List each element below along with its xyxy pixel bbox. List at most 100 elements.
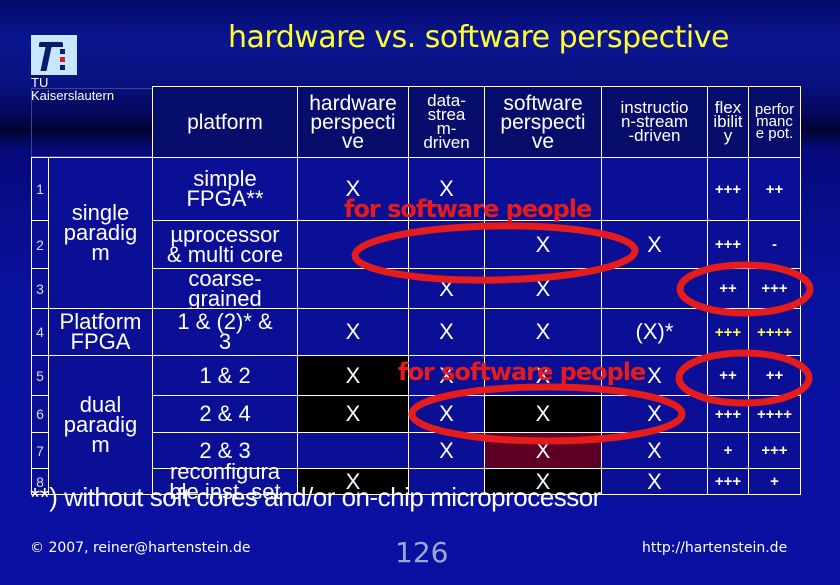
cell-sw: X <box>484 220 602 269</box>
cell-ds-text: X <box>439 319 454 344</box>
group-platform-fpga-text: Platform FPGA <box>59 309 142 354</box>
cell-hw-text: X <box>345 319 361 344</box>
cell-is-text: (X)* <box>635 319 674 344</box>
cell-hw-text: X <box>345 362 361 388</box>
cell-performance-text: - <box>772 236 777 253</box>
cell-is-text: X <box>647 231 662 257</box>
cell-flexibility: ++ <box>707 355 749 396</box>
cell-performance-text: ++ <box>765 367 784 384</box>
row-number: 4 <box>31 308 49 356</box>
cell-flexibility-text: + <box>723 442 733 459</box>
platform-cell: µprocessor & multi core <box>152 220 298 269</box>
cell-is: X <box>601 395 708 433</box>
cell-flexibility: +++ <box>707 468 749 495</box>
row-number: 7 <box>31 432 49 469</box>
header-software-perspective: software perspecti ve <box>484 86 602 158</box>
tu-kl-logo-icon <box>31 35 77 75</box>
header-platform-text: platform <box>187 110 263 134</box>
row-number: 6 <box>31 395 49 433</box>
cell-flexibility-text: +++ <box>714 323 742 341</box>
group-single-paradigm: single paradig m <box>48 157 153 309</box>
group-platform-fpga: Platform FPGA <box>48 308 153 356</box>
cell-flexibility: +++ <box>707 220 749 269</box>
annotation-for-software-people-2: for software people <box>398 358 646 386</box>
cell-is-text: X <box>647 468 662 494</box>
cell-is: X <box>601 220 708 269</box>
cell-flexibility: +++ <box>707 308 749 356</box>
cell-flexibility: +++ <box>707 157 749 221</box>
header-flexibility: flex ibilit y <box>707 86 749 158</box>
annotation-for-software-people: for software people <box>344 195 592 223</box>
page-number: 126 <box>395 536 449 569</box>
row-number-text: 1 <box>36 181 44 197</box>
footer-copyright: © 2007, reiner@hartenstein.de <box>30 540 250 556</box>
cell-hw: X <box>297 395 409 433</box>
cell-is-text: X <box>647 437 662 463</box>
cell-sw-text: X <box>535 437 551 463</box>
group-dual-paradigm: dual paradig m <box>48 355 153 495</box>
cell-sw-text: X <box>535 231 551 257</box>
platform-cell: coarse-grained <box>152 265 298 311</box>
platform-cell-text: coarse-grained <box>188 265 262 311</box>
logo-frame <box>31 88 153 157</box>
cell-hw <box>297 432 409 469</box>
cell-performance: + <box>748 468 801 495</box>
cell-ds: X <box>408 308 485 356</box>
row-number-text: 5 <box>36 367 44 384</box>
cell-ds-text: X <box>439 401 454 426</box>
cell-hw <box>297 268 409 309</box>
platform-cell-text: 2 & 3 <box>199 437 251 463</box>
cell-is-text: X <box>647 401 662 426</box>
cell-sw: X <box>484 268 602 309</box>
cell-performance: ++ <box>748 355 801 396</box>
header-data-stream-driven-text: data-strea m-driven <box>423 91 470 152</box>
row-number: 5 <box>31 355 49 396</box>
group-single-paradigm-text: single paradig m <box>63 200 138 265</box>
cell-sw: X <box>484 308 602 356</box>
header-software-perspective-text: software perspecti ve <box>500 91 586 153</box>
cell-flexibility-text: +++ <box>714 405 742 423</box>
header-flexibility-text: flex ibilit y <box>713 98 743 145</box>
header-data-stream-driven: data-strea m-driven <box>408 86 485 158</box>
copyright-icon: © <box>30 540 44 556</box>
cell-performance-text: + <box>770 473 779 490</box>
platform-cell: 1 & 2 <box>152 355 298 396</box>
cell-performance-text: +++ <box>761 442 788 459</box>
cell-performance-text: ++++ <box>756 323 793 341</box>
row-number-text: 3 <box>36 280 44 297</box>
cell-ds-text: X <box>439 437 454 463</box>
header-performance-potential: perfor manc e pot. <box>748 86 801 158</box>
cell-flexibility-text: +++ <box>714 180 742 198</box>
cell-performance: - <box>748 220 801 269</box>
cell-is: X <box>601 468 708 495</box>
row-number-text: 2 <box>36 236 44 253</box>
footnote: **) without soft cores and/or on-chip mi… <box>30 482 601 512</box>
platform-cell-text: simple FPGA** <box>186 166 264 211</box>
cell-ds: X <box>408 395 485 433</box>
cell-hw: X <box>297 355 409 396</box>
footer-url[interactable]: http://hartenstein.de <box>642 540 787 556</box>
cell-sw-text: X <box>535 319 551 344</box>
platform-cell: simple FPGA** <box>152 157 298 221</box>
row-number-text: 4 <box>36 324 44 340</box>
cell-performance: ++ <box>748 157 801 221</box>
cell-is <box>601 157 708 221</box>
cell-performance: ++++ <box>748 395 801 433</box>
cell-hw-text: X <box>345 401 361 426</box>
header-hardware-perspective: hardware perspecti ve <box>297 86 409 158</box>
header-hardware-perspective-text: hardware perspecti ve <box>309 91 397 153</box>
row-number: 3 <box>31 268 49 309</box>
cell-ds <box>408 220 485 269</box>
cell-flexibility-text: ++ <box>719 367 737 384</box>
cell-performance: +++ <box>748 268 801 309</box>
cell-flexibility-text: +++ <box>714 236 742 253</box>
platform-cell: 1 & (2)* & 3 <box>152 308 298 356</box>
cell-is <box>601 268 708 309</box>
header-instruction-stream-driven: instructio n-stream -driven <box>601 86 708 158</box>
cell-hw: X <box>297 308 409 356</box>
cell-flexibility: + <box>707 432 749 469</box>
cell-sw-text: X <box>535 401 551 426</box>
header-performance-potential-text: perfor manc e pot. <box>754 101 795 142</box>
cell-flexibility: +++ <box>707 395 749 433</box>
platform-cell-text: µprocessor & multi core <box>166 221 284 267</box>
